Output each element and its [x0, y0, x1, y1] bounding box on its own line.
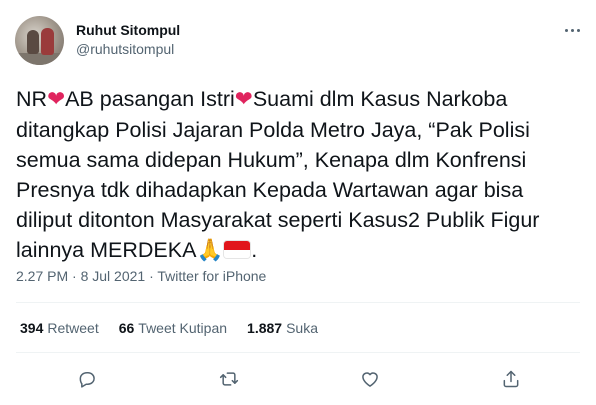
tweet-line-1: NR❤AB pasangan Istri❤Suami dlm Kasus Nar…	[16, 84, 586, 115]
indonesia-flag-icon	[223, 240, 252, 259]
like-stat[interactable]: 1.887 Suka	[247, 320, 318, 336]
tweet-text-segment: lainnya MERDEKA	[16, 238, 197, 262]
action-bar	[0, 364, 596, 394]
reply-icon[interactable]	[75, 367, 99, 391]
tweet-line-3: semua sama didepan Hukum”, Kenapa dlm Ko…	[16, 148, 527, 172]
tweet-stats: 394 Retweet 66 Tweet Kutipan 1.887 Suka	[20, 320, 318, 336]
tweet-meta: 2.27 PM · 8 Jul 2021 · Twitter for iPhon…	[16, 268, 266, 284]
author-handle[interactable]: @ruhutsitompul	[76, 41, 174, 57]
share-icon[interactable]	[499, 367, 523, 391]
tweet-date[interactable]: 8 Jul 2021	[81, 268, 146, 284]
quote-count: 66	[118, 320, 135, 336]
folded-hands-icon: 🙏	[196, 238, 224, 263]
avatar-figure-1	[27, 30, 39, 54]
red-heart-icon: ❤	[234, 87, 253, 112]
tweet-text-segment: AB pasangan Istri	[65, 87, 235, 111]
red-heart-icon: ❤	[47, 87, 66, 112]
tweet-time[interactable]: 2.27 PM	[16, 268, 68, 284]
retweet-label: Retweet	[47, 320, 99, 336]
meta-separator: ·	[72, 268, 77, 284]
quote-stat[interactable]: 66 Tweet Kutipan	[119, 320, 227, 336]
meta-separator: ·	[149, 268, 154, 284]
tweet-line-4: Presnya tdk dihadapkan Kepada Wartawan a…	[16, 178, 524, 202]
divider	[16, 352, 580, 353]
avatar[interactable]	[15, 16, 64, 65]
like-icon[interactable]	[358, 367, 382, 391]
retweet-icon[interactable]	[217, 367, 241, 391]
retweet-count: 394	[20, 320, 44, 336]
tweet-line-5: diliput ditonton Masyarakat seperti Kasu…	[16, 208, 540, 232]
tweet-text: NR❤AB pasangan Istri❤Suami dlm Kasus Nar…	[16, 84, 586, 266]
tweet-source[interactable]: Twitter for iPhone	[157, 268, 266, 284]
like-count: 1.887	[247, 320, 283, 336]
tweet-line-6: lainnya MERDEKA🙏.	[16, 238, 258, 263]
divider	[16, 302, 580, 303]
quote-label: Tweet Kutipan	[138, 320, 228, 336]
tweet-text-segment: NR	[16, 87, 48, 111]
more-icon[interactable]	[561, 22, 583, 38]
avatar-floor	[15, 53, 64, 65]
avatar-figure-2	[41, 28, 54, 55]
tweet-line-2: ditangkap Polisi Jajaran Polda Metro Jay…	[16, 118, 530, 142]
retweet-stat[interactable]: 394 Retweet	[20, 320, 99, 336]
like-label: Suka	[286, 320, 318, 336]
tweet-text-segment: Suami dlm Kasus Narkoba	[252, 87, 508, 111]
author-display-name[interactable]: Ruhut Sitompul	[76, 22, 180, 38]
